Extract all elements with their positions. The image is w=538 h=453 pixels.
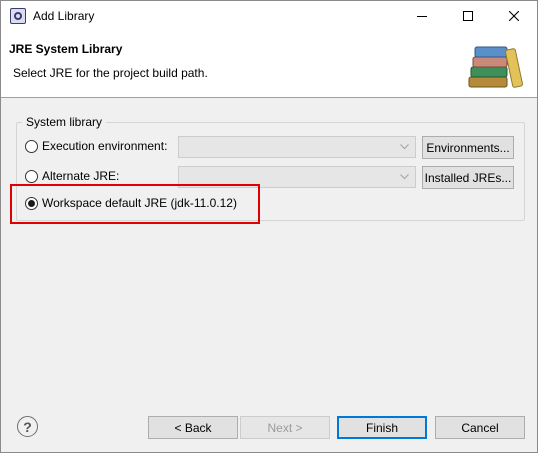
chevron-down-icon	[400, 174, 409, 180]
installed-jres-button[interactable]: Installed JREs...	[422, 166, 514, 189]
execution-environment-label: Execution environment:	[42, 139, 168, 153]
close-icon	[509, 11, 519, 21]
page-description: Select JRE for the project build path.	[13, 66, 208, 80]
close-button[interactable]	[491, 1, 537, 31]
page-title: JRE System Library	[9, 42, 123, 56]
alternate-jre-radio[interactable]	[25, 169, 38, 183]
title-bar[interactable]: Add Library	[1, 1, 537, 31]
wizard-header: JRE System Library Select JRE for the pr…	[1, 31, 537, 98]
cancel-button[interactable]: Cancel	[435, 416, 525, 439]
window-title: Add Library	[33, 9, 95, 23]
alternate-jre-option[interactable]: Alternate JRE:	[25, 167, 119, 185]
back-button[interactable]: < Back	[148, 416, 238, 439]
library-books-icon	[468, 46, 523, 88]
execution-environment-combo[interactable]	[178, 136, 416, 158]
eclipse-app-icon	[10, 8, 26, 24]
execution-environment-radio[interactable]	[25, 139, 38, 153]
next-button[interactable]: Next >	[240, 416, 330, 439]
maximize-button[interactable]	[445, 1, 491, 31]
environments-button[interactable]: Environments...	[422, 136, 514, 159]
minimize-button[interactable]	[399, 1, 445, 31]
help-button[interactable]: ?	[17, 416, 38, 437]
alternate-jre-label: Alternate JRE:	[42, 169, 120, 183]
execution-environment-option[interactable]: Execution environment:	[25, 137, 167, 155]
chevron-down-icon	[400, 144, 409, 150]
add-library-dialog: Add Library JRE System Library Select JR…	[0, 0, 538, 453]
selection-highlight-box	[10, 184, 260, 224]
finish-button[interactable]: Finish	[337, 416, 427, 439]
system-library-legend: System library	[22, 115, 107, 129]
help-icon: ?	[23, 418, 32, 435]
